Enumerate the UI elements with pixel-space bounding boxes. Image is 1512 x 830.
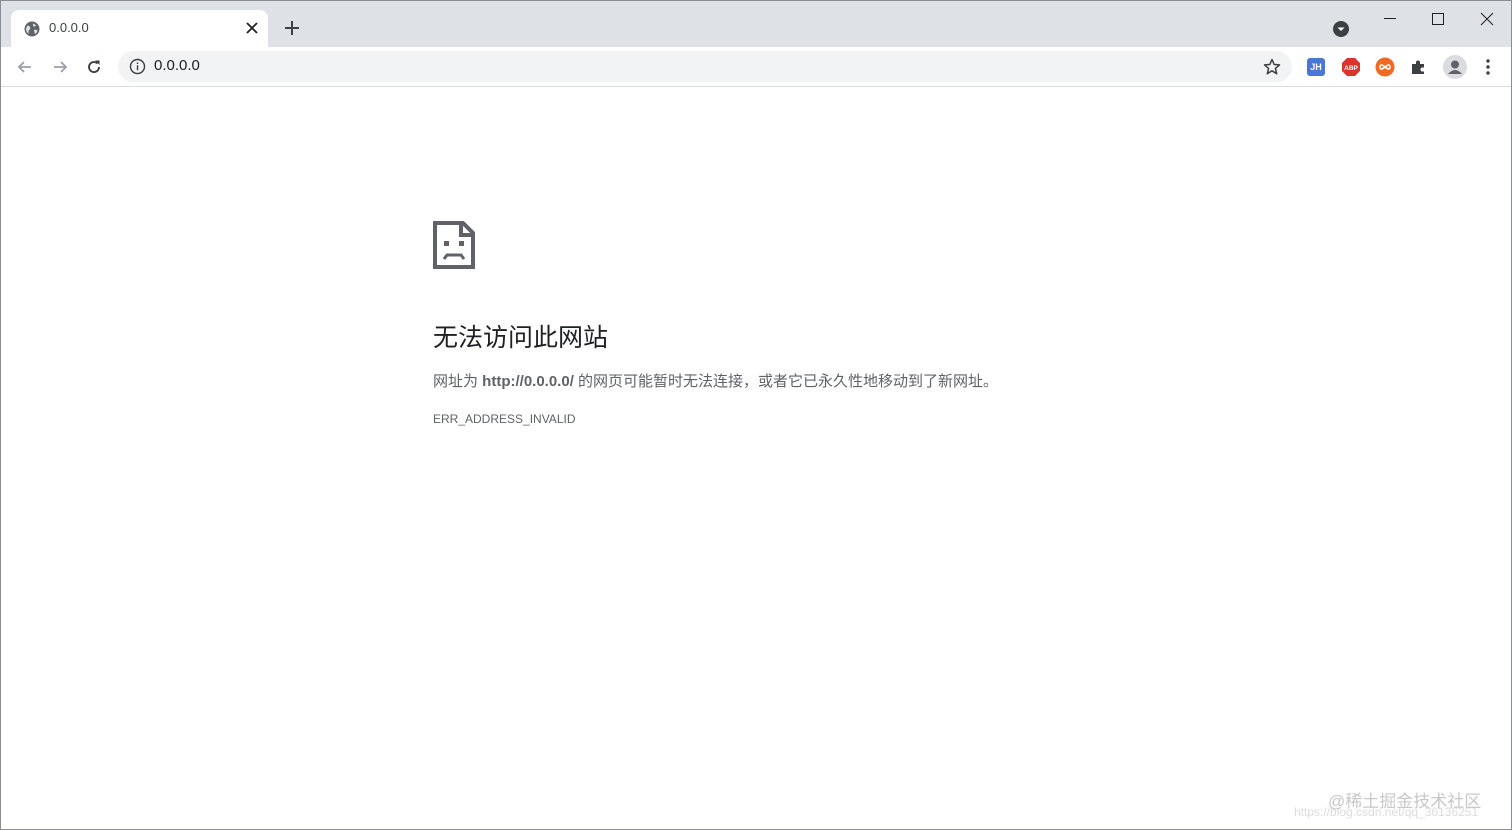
error-desc-prefix: 网址为 (433, 373, 483, 390)
new-tab-plus-icon[interactable] (282, 18, 302, 38)
maximize-icon[interactable] (1428, 9, 1448, 29)
extensions-puzzle-icon[interactable] (1409, 57, 1429, 77)
close-window-icon[interactable] (1477, 9, 1497, 29)
profile-avatar-icon[interactable] (1443, 55, 1467, 79)
toolbar: 0.0.0.0 JH ABP (1, 47, 1511, 87)
infinity-extension-icon[interactable] (1375, 57, 1395, 77)
menu-kebab-icon[interactable] (1478, 57, 1498, 77)
person-icon (1448, 60, 1462, 74)
forward-arrow-icon[interactable] (50, 57, 70, 77)
back-arrow-icon[interactable] (15, 57, 35, 77)
bookmark-star-icon[interactable] (1262, 57, 1282, 77)
watermark: @稀土掘金技术社区 (1328, 792, 1482, 811)
error-code: ERR_ADDRESS_INVALID (433, 412, 576, 426)
tab-active[interactable]: 0.0.0.0 (11, 10, 268, 47)
page-content: 无法访问此网站 网址为 http://0.0.0.0/ 的网页可能暂时无法连接，… (1, 87, 1511, 829)
error-desc-suffix: 的网页可能暂时无法连接，或者它已永久性地移动到了新网址。 (573, 373, 999, 390)
url-text[interactable]: 0.0.0.0 (154, 57, 200, 74)
info-icon[interactable] (129, 58, 146, 75)
reload-icon[interactable] (84, 57, 104, 77)
minimize-icon[interactable] (1380, 9, 1400, 29)
browser-window: 0.0.0.0 0.0.0.0 JH ABP 无法访问此网站 网址为 http:… (0, 0, 1512, 830)
tab-search-chevron-icon[interactable] (1333, 21, 1349, 37)
globe-icon (24, 21, 40, 37)
omnibox[interactable]: 0.0.0.0 (118, 51, 1292, 82)
tab-title: 0.0.0.0 (49, 20, 89, 35)
error-title: 无法访问此网站 (433, 324, 609, 352)
error-description: 网址为 http://0.0.0.0/ 的网页可能暂时无法连接，或者它已永久性地… (433, 370, 998, 391)
adblock-plus-icon[interactable]: ABP (1341, 57, 1361, 77)
error-url: http://0.0.0.0/ (482, 373, 574, 390)
close-tab-icon[interactable] (243, 19, 261, 37)
abp-label: ABP (1344, 65, 1358, 72)
jh-extension-icon[interactable]: JH (1307, 58, 1325, 76)
tab-strip: 0.0.0.0 (1, 1, 1511, 47)
sad-page-icon (433, 221, 475, 269)
